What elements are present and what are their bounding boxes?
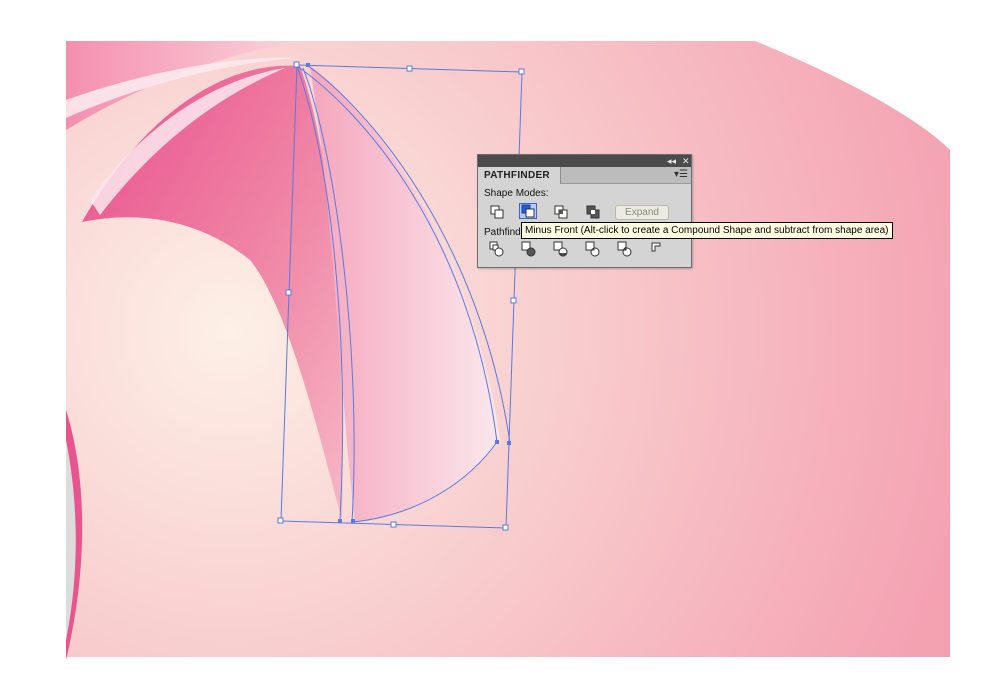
handle-middle-right[interactable] — [510, 297, 517, 304]
intersect-icon — [554, 205, 568, 219]
handle-top-right[interactable] — [518, 68, 525, 75]
handle-top-middle[interactable] — [406, 65, 413, 72]
shape-modes-label: Shape Modes: — [484, 188, 549, 199]
handle-top-left[interactable] — [293, 61, 300, 68]
tab-pathfinder[interactable]: PATHFINDER — [478, 167, 561, 184]
pathfinders-label: Pathfind — [484, 227, 521, 238]
merge-icon — [553, 241, 568, 257]
unite-button[interactable] — [488, 204, 506, 220]
trim-button[interactable] — [520, 241, 538, 257]
panel-titlebar[interactable]: ◂◂ ✕ — [478, 155, 691, 167]
handle-bottom-right[interactable] — [502, 524, 509, 531]
collapse-arrows-icon[interactable]: ◂◂ — [667, 155, 676, 167]
merge-button[interactable] — [552, 241, 570, 257]
outline-button[interactable] — [616, 241, 634, 257]
trim-icon — [521, 241, 536, 257]
crop-icon — [585, 241, 600, 257]
close-icon[interactable]: ✕ — [682, 155, 690, 167]
panel-tab-row: PATHFINDER ▾☰ — [478, 167, 691, 184]
outline-icon — [617, 241, 632, 257]
panel-menu-icon[interactable]: ▾☰ — [674, 169, 688, 181]
exclude-button[interactable] — [584, 204, 602, 220]
exclude-icon — [586, 205, 600, 219]
crop-button[interactable] — [584, 241, 602, 257]
intersect-button[interactable] — [552, 204, 570, 220]
divide-button[interactable] — [488, 241, 506, 257]
handle-bottom-left[interactable] — [277, 517, 284, 524]
unite-icon — [490, 205, 504, 219]
divide-icon — [489, 241, 504, 257]
minus-front-button[interactable] — [519, 203, 537, 219]
minus-back-button[interactable] — [648, 241, 666, 257]
minus-back-icon — [651, 242, 661, 252]
tooltip: Minus Front (Alt-click to create a Compo… — [521, 222, 893, 239]
pathfinder-panel: ◂◂ ✕ PATHFINDER ▾☰ Shape Modes: Expand P… — [477, 154, 692, 268]
expand-button[interactable]: Expand — [615, 205, 669, 220]
artboard-canvas[interactable] — [0, 0, 1000, 700]
handle-bottom-middle[interactable] — [390, 521, 397, 528]
handle-middle-left[interactable] — [285, 289, 292, 296]
